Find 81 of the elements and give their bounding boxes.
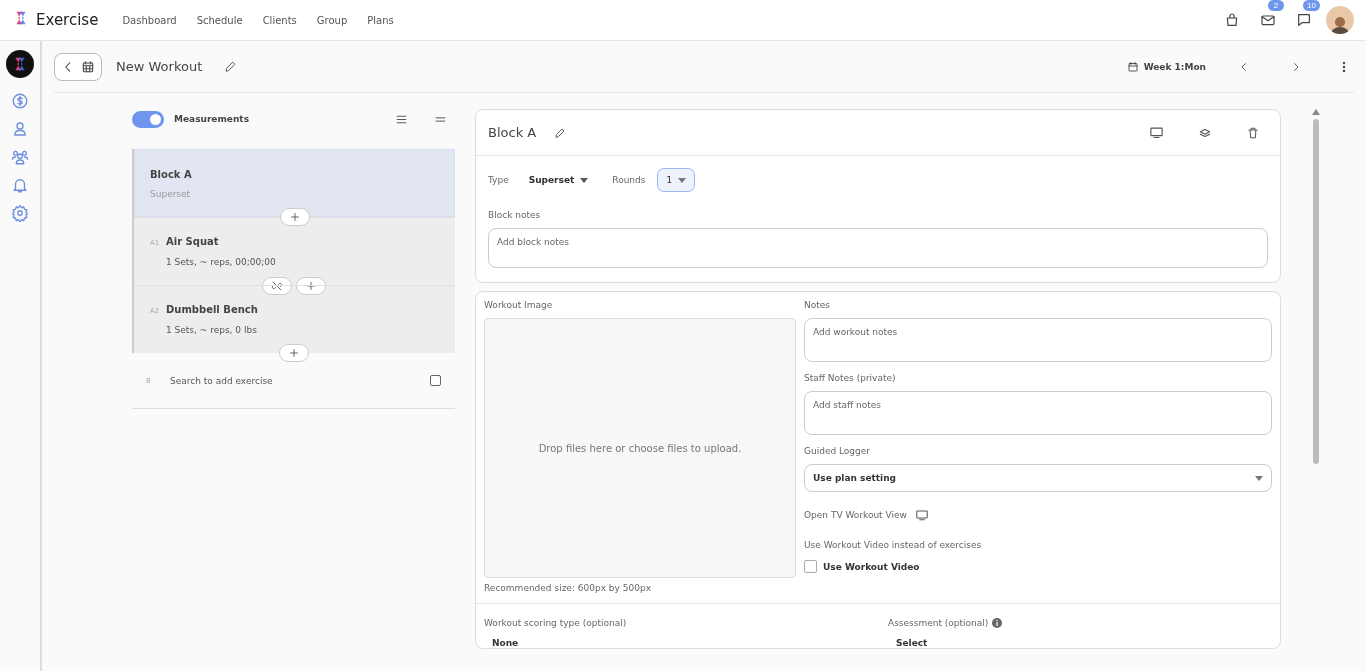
- plus-icon: [288, 211, 301, 223]
- app-name: Exercise: [36, 11, 99, 29]
- trash-icon: [1246, 125, 1260, 140]
- type-label: Type: [488, 175, 509, 185]
- type-dropdown[interactable]: Superset: [520, 175, 589, 185]
- bell-icon: [11, 176, 29, 194]
- caret-icon: [678, 177, 687, 183]
- more-button[interactable]: [1342, 60, 1346, 73]
- exercise-detail: 1 Sets, ~ reps, 00;00;00: [166, 257, 277, 267]
- toggle-label: Measurements: [174, 114, 249, 124]
- exercise-detail: 1 Sets, ~ reps, 0 lbs: [166, 325, 258, 335]
- edit-button[interactable]: [224, 60, 238, 73]
- nav-link[interactable]: Schedule: [196, 14, 243, 26]
- notes-label: Notes: [804, 300, 831, 310]
- back-button[interactable]: [54, 52, 102, 81]
- tv-view-link[interactable]: Open TV Workout View: [804, 510, 907, 520]
- exercise-name[interactable]: Dumbbell Bench: [166, 304, 258, 315]
- monitor-icon: [914, 508, 929, 522]
- workout-title: New Workout: [116, 59, 203, 74]
- user-icon: [11, 120, 29, 138]
- more-icon: [1342, 60, 1346, 73]
- rounds-label: Rounds: [612, 175, 646, 185]
- workout-notes-field[interactable]: Add workout notes: [804, 318, 1272, 362]
- tv-button[interactable]: [1149, 125, 1164, 140]
- plus-icon: [287, 347, 300, 359]
- staff-notes-label: Staff Notes (private): [804, 373, 897, 383]
- brand-logo[interactable]: [6, 50, 34, 78]
- caret-icon: [1255, 475, 1263, 481]
- scrollbar-thumb[interactable]: [1313, 119, 1319, 464]
- staff-notes-field[interactable]: Add staff notes: [804, 391, 1272, 435]
- logger-dropdown[interactable]: Use plan setting: [804, 464, 1272, 492]
- dollar-icon: [11, 92, 29, 110]
- envelope-icon: [1260, 12, 1276, 28]
- checkbox-label: Use Workout Video: [823, 561, 920, 572]
- shopping-bag-icon[interactable]: [1224, 12, 1240, 28]
- pencil-icon: [554, 126, 567, 139]
- calendar-icon: [1126, 60, 1139, 73]
- notification-badge: 10: [1303, 0, 1320, 11]
- notes-label: Block notes: [488, 210, 542, 220]
- block-title: Block A: [150, 169, 193, 180]
- logger-label: Guided Logger: [804, 446, 872, 456]
- user-avatar[interactable]: [1326, 6, 1354, 34]
- nav-link[interactable]: Group: [316, 14, 348, 26]
- speech-bubble-icon: [1296, 12, 1312, 28]
- caret-icon: [580, 177, 589, 183]
- delete-button[interactable]: [1246, 125, 1260, 140]
- image-dropzone[interactable]: Drop files here or choose files to upload.: [484, 318, 796, 578]
- plus-icon: [304, 280, 317, 292]
- checkbox[interactable]: [804, 560, 817, 573]
- users-icon: [11, 148, 29, 166]
- settings-icon: [11, 204, 29, 222]
- checkbox[interactable]: [430, 375, 441, 386]
- video-label: Use Workout Video instead of exercises: [804, 540, 983, 550]
- monitor-icon: [1149, 125, 1164, 140]
- edit-button[interactable]: [554, 126, 567, 139]
- scroll-up-icon[interactable]: [1312, 109, 1320, 115]
- nav-link[interactable]: Clients: [262, 14, 297, 26]
- tv-button[interactable]: [914, 508, 929, 522]
- measurements-toggle[interactable]: [132, 110, 164, 128]
- pencil-icon: [224, 60, 238, 73]
- block-title: Block A: [488, 125, 537, 140]
- block-item[interactable]: Block A Superset: [134, 149, 455, 217]
- exercise-name[interactable]: Air Squat: [166, 236, 219, 247]
- bag-glyph: [1224, 12, 1240, 28]
- assessment-dropdown[interactable]: Select: [888, 638, 1272, 648]
- scoring-dropdown[interactable]: None: [484, 638, 868, 648]
- calendar-icon: [81, 59, 95, 74]
- image-label: Workout Image: [484, 300, 554, 310]
- size-hint: Recommended size: 600px by 500px: [484, 583, 652, 593]
- notification-badge: 2: [1268, 0, 1284, 11]
- exercise-search-field[interactable]: Search to add exercise: [170, 375, 430, 386]
- block-type: Superset: [150, 189, 192, 199]
- info-icon: [992, 618, 1003, 628]
- block-notes-field[interactable]: Add block notes: [488, 228, 1268, 268]
- scoring-label: Workout scoring type (optional): [484, 618, 628, 628]
- assessment-label: Assessment (optional): [888, 618, 989, 628]
- rounds-dropdown[interactable]: 1: [657, 168, 696, 192]
- nav-link[interactable]: Dashboard: [122, 14, 177, 26]
- week-label[interactable]: Week 1:Mon: [1143, 61, 1206, 72]
- nav-link[interactable]: Plans: [367, 14, 394, 26]
- broken-link-icon: [270, 280, 283, 292]
